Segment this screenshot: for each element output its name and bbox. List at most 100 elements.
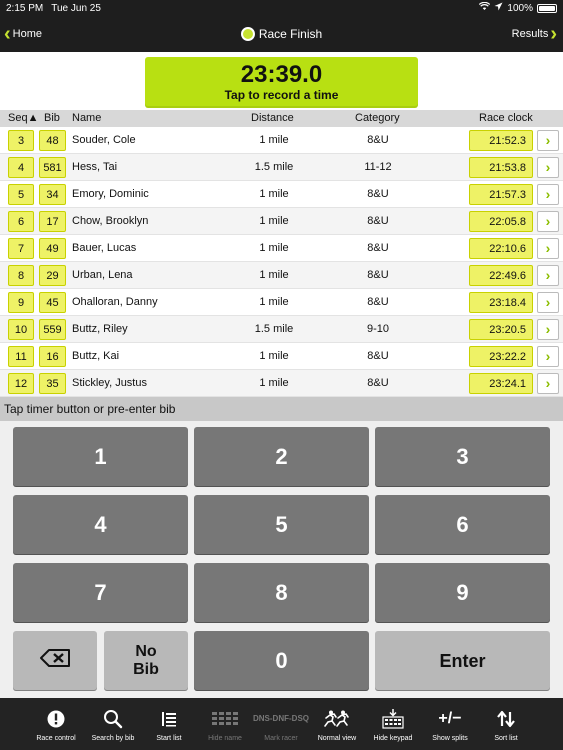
table-row[interactable]: 8 29 Urban, Lena 1 mile 8&U 22:49.6 › (0, 262, 563, 289)
table-row[interactable]: 12 35 Stickley, Justus 1 mile 8&U 23:24.… (0, 370, 563, 397)
mark-racer-label: Mark racer (264, 735, 298, 742)
table-row[interactable]: 11 16 Buttz, Kai 1 mile 8&U 23:22.2 › (0, 343, 563, 370)
backspace-button[interactable] (13, 631, 97, 691)
race-clock-cell[interactable]: 21:52.3 (469, 130, 533, 151)
bib-cell[interactable]: 29 (39, 265, 66, 286)
record-time-button[interactable]: 23:39.0 Tap to record a time (145, 57, 418, 108)
row-detail-button[interactable]: › (537, 184, 559, 205)
table-row[interactable]: 10 559 Buttz, Riley 1.5 mile 9-10 23:20.… (0, 316, 563, 343)
key-9[interactable]: 9 (375, 563, 550, 623)
bib-cell[interactable]: 34 (39, 184, 66, 205)
race-clock-cell[interactable]: 23:22.2 (469, 346, 533, 367)
category-cell: 8&U (367, 242, 389, 254)
race-clock-cell[interactable]: 22:10.6 (469, 238, 533, 259)
row-detail-button[interactable]: › (537, 157, 559, 178)
table-row[interactable]: 3 48 Souder, Cole 1 mile 8&U 21:52.3 › (0, 127, 563, 154)
seq-column-header[interactable]: Seq▲ (8, 110, 38, 127)
category-cell: 8&U (367, 215, 389, 227)
row-detail-button[interactable]: › (537, 292, 559, 313)
search-by-bib-button[interactable]: Search by bib (85, 698, 141, 750)
backspace-icon (39, 648, 71, 674)
key-8[interactable]: 8 (194, 563, 369, 623)
race-clock-cell[interactable]: 21:53.8 (469, 157, 533, 178)
race-clock-cell[interactable]: 23:18.4 (469, 292, 533, 313)
bib-cell[interactable]: 48 (39, 130, 66, 151)
name-cell: Stickley, Justus (72, 377, 147, 389)
race-clock-cell[interactable]: 22:49.6 (469, 265, 533, 286)
start-list-label: Start list (156, 735, 182, 742)
status-bar: 2:15 PM Tue Jun 25 100% (0, 0, 563, 16)
bib-cell[interactable]: 35 (39, 373, 66, 394)
distance-column-header[interactable]: Distance (251, 110, 294, 127)
category-cell: 8&U (367, 350, 389, 362)
row-detail-button[interactable]: › (537, 211, 559, 232)
key-6[interactable]: 6 (375, 495, 550, 555)
key-0[interactable]: 0 (194, 631, 369, 691)
category-cell: 8&U (367, 377, 389, 389)
race-clock-cell[interactable]: 23:24.1 (469, 373, 533, 394)
race-control-button[interactable]: Race control (28, 698, 84, 750)
race-clock-display: 23:39.0 (240, 61, 323, 88)
results-button[interactable]: Results › (512, 16, 557, 52)
stopwatch-icon (240, 27, 255, 41)
table-row[interactable]: 5 34 Emory, Dominic 1 mile 8&U 21:57.3 › (0, 181, 563, 208)
name-cell: Buttz, Kai (72, 350, 120, 362)
record-time-caption: Tap to record a time (224, 88, 339, 102)
key-2[interactable]: 2 (194, 427, 369, 487)
category-cell: 8&U (367, 269, 389, 281)
show-splits-button[interactable]: +/− Show splits (422, 698, 478, 750)
category-column-header[interactable]: Category (355, 110, 400, 127)
race-clock-cell[interactable]: 21:57.3 (469, 184, 533, 205)
sort-icon (478, 704, 534, 734)
row-detail-button[interactable]: › (537, 319, 559, 340)
key-5[interactable]: 5 (194, 495, 369, 555)
race-clock-column-header[interactable]: Race clock (479, 110, 533, 127)
hide-keypad-button[interactable]: Hide keypad (365, 698, 421, 750)
race-clock-cell[interactable]: 23:20.5 (469, 319, 533, 340)
keypad-icon (365, 704, 421, 734)
seq-cell: 12 (8, 373, 34, 394)
key-4[interactable]: 4 (13, 495, 188, 555)
no-bib-button[interactable]: No Bib (104, 631, 188, 691)
bib-cell[interactable]: 17 (39, 211, 66, 232)
hide-name-button[interactable]: Hide name (197, 698, 253, 750)
no-bib-label-line2: Bib (133, 661, 159, 678)
enter-button[interactable]: Enter (375, 631, 550, 691)
normal-view-button[interactable]: Normal view (309, 698, 365, 750)
distance-cell: 1 mile (259, 134, 289, 146)
alert-icon (28, 704, 84, 734)
runner-icon (309, 704, 365, 734)
bib-column-header[interactable]: Bib (44, 110, 60, 127)
status-right: 100% (479, 1, 557, 14)
seq-cell: 7 (8, 238, 34, 259)
row-detail-button[interactable]: › (537, 130, 559, 151)
bib-cell[interactable]: 581 (39, 157, 66, 178)
start-list-button[interactable]: Start list (141, 698, 197, 750)
seq-cell: 3 (8, 130, 34, 151)
bib-cell[interactable]: 45 (39, 292, 66, 313)
name-column-header[interactable]: Name (72, 110, 101, 127)
key-3[interactable]: 3 (375, 427, 550, 487)
distance-cell: 1 mile (259, 350, 289, 362)
key-7[interactable]: 7 (13, 563, 188, 623)
bib-cell[interactable]: 49 (39, 238, 66, 259)
search-icon (85, 704, 141, 734)
sort-list-button[interactable]: Sort list (478, 698, 534, 750)
mark-racer-button[interactable]: DNS-DNF-DSQ Mark racer (253, 698, 309, 750)
row-detail-button[interactable]: › (537, 265, 559, 286)
location-icon (494, 2, 503, 14)
bib-cell[interactable]: 559 (39, 319, 66, 340)
table-row[interactable]: 7 49 Bauer, Lucas 1 mile 8&U 22:10.6 › (0, 235, 563, 262)
row-detail-button[interactable]: › (537, 373, 559, 394)
race-clock-cell[interactable]: 22:05.8 (469, 211, 533, 232)
row-detail-button[interactable]: › (537, 238, 559, 259)
hint-bar: Tap timer button or pre-enter bib (0, 397, 563, 421)
row-detail-button[interactable]: › (537, 346, 559, 367)
table-row[interactable]: 4 581 Hess, Tai 1.5 mile 11-12 21:53.8 › (0, 154, 563, 181)
table-row[interactable]: 6 17 Chow, Brooklyn 1 mile 8&U 22:05.8 › (0, 208, 563, 235)
key-1[interactable]: 1 (13, 427, 188, 487)
bib-cell[interactable]: 16 (39, 346, 66, 367)
table-row[interactable]: 9 45 Ohalloran, Danny 1 mile 8&U 23:18.4… (0, 289, 563, 316)
table-header: Seq▲ Bib Name Distance Category Race clo… (0, 110, 563, 127)
seq-cell: 11 (8, 346, 34, 367)
